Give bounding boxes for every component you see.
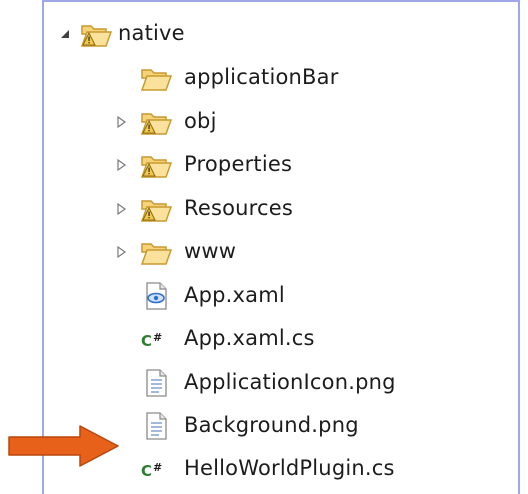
csharp-file-icon: C # bbox=[141, 331, 162, 350]
svg-text:#: # bbox=[153, 461, 162, 474]
collapsed-triangle-icon[interactable] bbox=[114, 158, 128, 172]
folder-open-warning-icon bbox=[140, 200, 172, 222]
document-file-icon bbox=[146, 412, 167, 440]
tree-item-label: native bbox=[118, 21, 185, 45]
tree-item-label: Properties bbox=[184, 152, 293, 176]
tree-item-label: ApplicationIcon.png bbox=[184, 370, 396, 394]
tree-item-properties[interactable]: Properties bbox=[44, 145, 514, 185]
solution-explorer-panel: native applicationBar obj Properties Res… bbox=[42, 0, 520, 494]
tree-item-label: obj bbox=[184, 109, 217, 133]
tree-item-label: HelloWorldPlugin.cs bbox=[184, 456, 395, 480]
tree-item-www[interactable]: www bbox=[44, 232, 514, 272]
folder-open-icon bbox=[140, 69, 172, 91]
folder-open-icon bbox=[140, 243, 172, 265]
folder-open-warning-icon bbox=[80, 25, 112, 47]
collapsed-triangle-icon[interactable] bbox=[114, 115, 128, 129]
svg-text:C: C bbox=[141, 332, 152, 350]
tree-item-resources[interactable]: Resources bbox=[44, 189, 514, 229]
tree-item-label: Resources bbox=[184, 196, 294, 220]
folder-open-warning-icon bbox=[140, 113, 172, 135]
tree-item-label: App.xaml.cs bbox=[184, 326, 315, 350]
tree-item-applicationicon-png[interactable]: ApplicationIcon.png bbox=[44, 363, 514, 403]
xaml-file-icon bbox=[146, 282, 167, 310]
tree-item-app-xaml-cs[interactable]: C # App.xaml.cs bbox=[44, 319, 514, 359]
tree-item-applicationbar[interactable]: applicationBar bbox=[44, 58, 514, 98]
tree-item-label: applicationBar bbox=[184, 65, 339, 89]
expanded-triangle-icon[interactable] bbox=[58, 27, 72, 41]
folder-open-warning-icon bbox=[140, 156, 172, 178]
csharp-file-icon: C # bbox=[141, 461, 162, 480]
collapsed-triangle-icon[interactable] bbox=[114, 245, 128, 259]
tree-item-obj[interactable]: obj bbox=[44, 102, 514, 142]
arrow-right-icon bbox=[8, 425, 119, 467]
document-file-icon bbox=[146, 369, 167, 397]
tree-item-label: www bbox=[184, 239, 237, 263]
collapsed-triangle-icon[interactable] bbox=[114, 202, 128, 216]
tree-item-native[interactable]: native bbox=[44, 14, 514, 54]
tree-item-app-xaml[interactable]: App.xaml bbox=[44, 276, 514, 316]
tree-item-label: App.xaml bbox=[184, 283, 285, 307]
tree-item-label: Background.png bbox=[184, 413, 359, 437]
svg-text:C: C bbox=[141, 462, 152, 480]
svg-text:#: # bbox=[153, 331, 162, 344]
